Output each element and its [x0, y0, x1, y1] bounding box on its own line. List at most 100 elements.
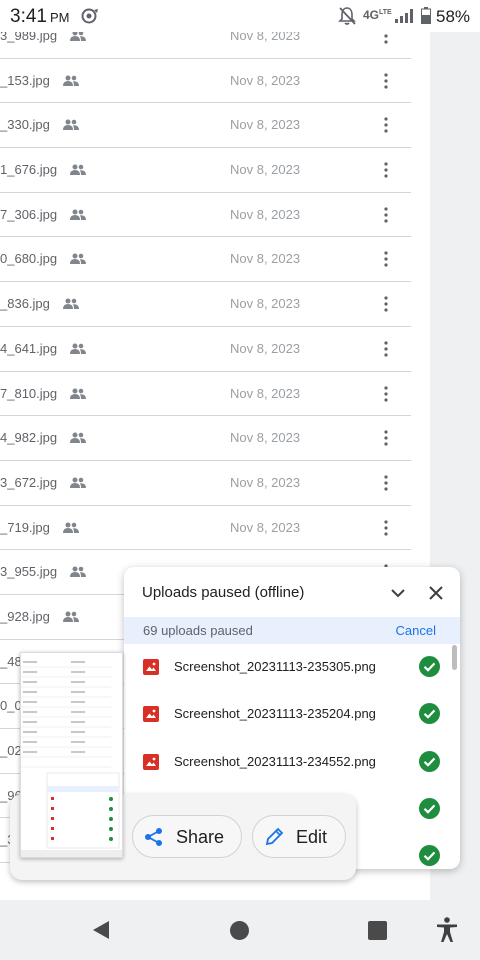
file-date: Nov 8, 2023 [230, 72, 301, 88]
file-date: Nov 8, 2023 [230, 385, 301, 401]
file-row[interactable]: _836.jpg Nov 8, 2023 [0, 282, 411, 327]
file-date: Nov 8, 2023 [230, 519, 301, 535]
accessibility-icon[interactable] [436, 917, 458, 943]
more-vert-icon[interactable] [380, 72, 392, 90]
uploads-status-bar: 69 uploads paused Cancel [124, 617, 460, 644]
people-icon [69, 566, 86, 578]
home-icon[interactable] [230, 921, 249, 940]
check-circle-icon [419, 750, 440, 772]
file-date: Nov 8, 2023 [230, 474, 301, 490]
file-row[interactable]: _719.jpg Nov 8, 2023 [0, 506, 411, 551]
image-icon [143, 753, 159, 770]
more-vert-icon[interactable] [380, 206, 392, 224]
screenshot-thumbnail[interactable] [20, 652, 123, 858]
share-button[interactable]: Share [132, 815, 242, 858]
more-vert-icon[interactable] [380, 295, 392, 313]
battery-icon [421, 7, 431, 24]
file-row[interactable]: _153.jpg Nov 8, 2023 [0, 59, 411, 104]
file-row[interactable]: 4_982.jpg Nov 8, 2023 [0, 416, 411, 461]
file-row[interactable]: 7_306.jpg Nov 8, 2023 [0, 193, 411, 238]
file-name: _719.jpg [0, 519, 50, 535]
file-date: Nov 8, 2023 [230, 251, 301, 267]
navigation-bar [0, 900, 480, 960]
edit-label: Edit [296, 827, 328, 847]
check-circle-icon [419, 845, 440, 867]
file-date: Nov 8, 2023 [230, 162, 301, 178]
people-icon [69, 432, 86, 444]
upload-file-name: Screenshot_20231113-234552.png [174, 753, 376, 769]
people-icon [62, 611, 79, 622]
file-name: 3_672.jpg [0, 474, 58, 490]
upload-item[interactable]: Screenshot_20231113-234552.png [124, 739, 460, 786]
people-icon [69, 477, 86, 488]
status-bar: 3:41 PM 4GLTE 58% [0, 0, 480, 32]
file-row[interactable]: 7_810.jpg Nov 8, 2023 [0, 372, 411, 417]
image-icon [143, 706, 159, 723]
file-row[interactable]: 0_680.jpg Nov 8, 2023 [0, 237, 411, 283]
upload-file-name: Screenshot_20231113-235305.png [174, 659, 376, 674]
file-row[interactable]: 3_672.jpg Nov 8, 2023 [0, 461, 411, 506]
uploads-title: Uploads paused (offline) [142, 584, 305, 601]
file-name: 4_641.jpg [0, 340, 58, 356]
file-row[interactable]: 4_641.jpg Nov 8, 2023 [0, 327, 411, 372]
edit-button[interactable]: Edit [252, 815, 346, 858]
file-row[interactable]: _330.jpg Nov 8, 2023 [0, 103, 411, 149]
pencil-icon [265, 827, 284, 846]
file-name: _02 [0, 743, 22, 758]
file-row[interactable]: 1_676.jpg Nov 8, 2023 [0, 148, 411, 193]
upload-file-name: Screenshot_20231113-235204.png [174, 706, 376, 722]
people-icon [62, 298, 79, 310]
people-icon [62, 119, 79, 131]
file-name: 4_982.jpg [0, 430, 58, 446]
people-icon [69, 388, 86, 399]
people-icon [62, 522, 79, 533]
screen-record-icon [81, 8, 98, 24]
people-icon [69, 209, 86, 220]
image-icon [143, 659, 159, 675]
more-vert-icon[interactable] [380, 429, 392, 447]
more-vert-icon[interactable] [380, 250, 392, 268]
uploads-count: 69 uploads paused [143, 623, 253, 638]
people-icon [62, 75, 79, 86]
file-date: Nov 8, 2023 [230, 117, 301, 133]
check-circle-icon [419, 703, 440, 725]
more-vert-icon[interactable] [380, 519, 392, 537]
file-name: _836.jpg [0, 296, 50, 312]
people-icon [69, 164, 86, 176]
network-type: 4GLTE [363, 8, 392, 22]
status-time: 3:41 PM [10, 6, 70, 27]
check-circle-icon [419, 656, 440, 677]
file-date: Nov 8, 2023 [230, 296, 301, 312]
chevron-down-icon[interactable] [390, 585, 406, 601]
file-name: 1_676.jpg [0, 162, 58, 178]
battery-percent: 58% [436, 7, 471, 26]
more-vert-icon[interactable] [380, 340, 392, 358]
share-label: Share [176, 827, 225, 847]
back-icon[interactable] [91, 920, 111, 940]
file-name: 7_306.jpg [0, 206, 58, 222]
file-name: 0_0 [0, 698, 22, 714]
file-name: 7_810.jpg [0, 385, 58, 401]
people-icon [69, 253, 86, 265]
more-vert-icon[interactable] [380, 161, 392, 179]
more-vert-icon[interactable] [380, 474, 392, 492]
recent-apps-icon[interactable] [368, 921, 387, 940]
more-vert-icon[interactable] [380, 385, 392, 403]
more-vert-icon[interactable] [380, 116, 392, 134]
file-name: _153.jpg [0, 72, 50, 88]
uploads-scrollbar[interactable] [452, 645, 457, 670]
file-date: Nov 8, 2023 [230, 430, 301, 446]
signal-icon [395, 9, 413, 23]
file-name: 0_680.jpg [0, 251, 58, 267]
upload-item[interactable]: Screenshot_20231113-235204.png [124, 691, 460, 738]
file-name: _330.jpg [0, 117, 50, 133]
file-date: Nov 8, 2023 [230, 340, 301, 356]
people-icon [69, 343, 86, 354]
file-name: _48 [0, 653, 22, 669]
close-icon[interactable] [427, 584, 445, 602]
file-name: 3_955.jpg [0, 564, 58, 580]
check-circle-icon [419, 797, 440, 819]
upload-item[interactable]: Screenshot_20231113-235305.png [124, 644, 460, 691]
file-date: Nov 8, 2023 [230, 206, 301, 222]
cancel-uploads-button[interactable]: Cancel [396, 623, 436, 638]
